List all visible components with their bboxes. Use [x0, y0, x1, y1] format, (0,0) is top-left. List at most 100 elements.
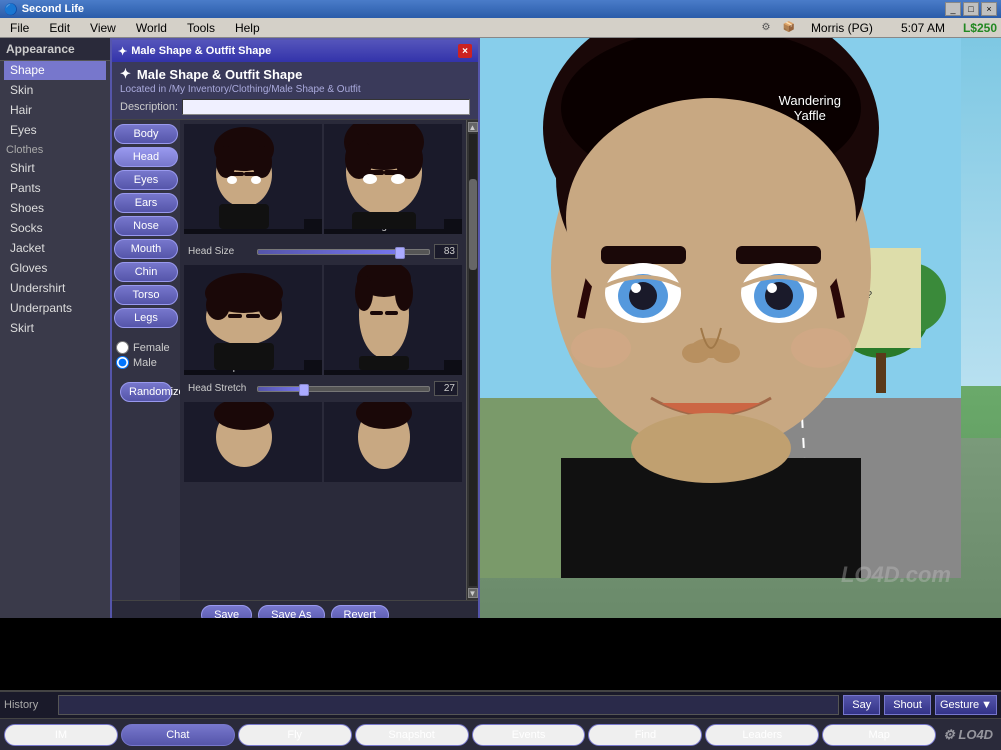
app-icon: 🔵 [4, 3, 18, 16]
preview-cell-3b: LO4D.com [324, 402, 462, 482]
sidebar-item-pants[interactable]: Pants [4, 178, 106, 198]
sidebar-item-skirt[interactable]: Skirt [4, 318, 106, 338]
leaders-button[interactable]: Leaders [705, 724, 819, 746]
save-button[interactable]: Save [201, 605, 252, 618]
bottom-bar: History Say Shout Gesture ▼ IM Chat Fly … [0, 690, 1001, 750]
sidebar-item-skin[interactable]: Skin [4, 80, 106, 100]
head-stretch-label: Head Stretch [188, 383, 253, 394]
shout-button[interactable]: Shout [884, 695, 931, 715]
dialog-location: Located in /My Inventory/Clothing/Male S… [120, 84, 470, 95]
scroll-up-arrow[interactable]: ▲ [468, 122, 478, 132]
history-label: History [4, 699, 54, 711]
close-button[interactable]: × [981, 2, 997, 16]
shape-dialog: ✦ Male Shape & Outfit Shape × ✦ Male Sha… [110, 38, 480, 618]
events-button[interactable]: Events [472, 724, 586, 746]
chat-input[interactable] [58, 695, 839, 715]
head-size-track[interactable] [257, 249, 430, 255]
title-bar-controls[interactable]: _ □ × [945, 2, 997, 16]
title-bar-left: 🔵 Second Life [4, 3, 84, 16]
clothes-section: Clothes [4, 140, 106, 158]
preview-small-head: LO4D.com S [184, 124, 322, 234]
map-button[interactable]: Map [822, 724, 936, 746]
snapshot-button[interactable]: Snapshot [355, 724, 469, 746]
scroll-down-arrow[interactable]: ▼ [468, 588, 478, 598]
sidebar-item-socks[interactable]: Socks [4, 218, 106, 238]
sidebar-item-shirt[interactable]: Shirt [4, 158, 106, 178]
dialog-close-button[interactable]: × [458, 44, 472, 58]
radio-female[interactable]: Female [116, 341, 176, 354]
sidebar-item-jacket[interactable]: Jacket [4, 238, 106, 258]
chat-button[interactable]: Chat [121, 724, 235, 746]
part-btn-legs[interactable]: Legs [114, 308, 178, 328]
dialog-title-bar: ✦ Male Shape & Outfit Shape × [112, 40, 478, 62]
part-btn-chin[interactable]: Chin [114, 262, 178, 282]
menu-view[interactable]: View [84, 19, 122, 37]
save-as-button[interactable]: Save As [258, 605, 324, 618]
dialog-title-icon: ✦ [118, 45, 127, 58]
gesture-dropdown[interactable]: Gesture ▼ [935, 695, 997, 715]
action-buttons-row: IM Chat Fly Snapshot Events Find Leaders… [0, 719, 1001, 750]
head-stretch-value: 27 [434, 381, 458, 396]
sidebar-item-eyes[interactable]: Eyes [4, 120, 106, 140]
part-btn-nose[interactable]: Nose [114, 216, 178, 236]
head-size-slider-section: Head Size 83 [180, 238, 466, 265]
sidebar-item-underpants[interactable]: Underpants [4, 298, 106, 318]
gender-radios: Female Male [114, 331, 178, 375]
time-display: 5:07 AM [901, 21, 945, 35]
head-size-value: 83 [434, 244, 458, 259]
preview-big-head: LO4D.com Big Head [324, 124, 462, 234]
agent-name-menubar: Morris (PG) [811, 21, 873, 35]
dialog-desc-input[interactable] [182, 99, 470, 115]
radio-male[interactable]: Male [116, 356, 176, 369]
sidebar-item-shoes[interactable]: Shoes [4, 198, 106, 218]
part-buttons: Body Head Eyes Ears Nose Mouth Chin Tors… [112, 120, 180, 600]
revert-button[interactable]: Revert [331, 605, 389, 618]
sidebar: Appearance Body Parts Shape Skin Hair Ey… [0, 38, 110, 618]
preview-row2: LO4D.com Squash Head [180, 265, 466, 375]
head-stretch-slider-section: Head Stretch 27 [180, 375, 466, 402]
dialog-header: ✦ Male Shape & Outfit Shape Located in /… [112, 62, 478, 120]
menu-help[interactable]: Help [229, 19, 266, 37]
sidebar-item-undershirt[interactable]: Undershirt [4, 278, 106, 298]
character-svg: AM I? [461, 38, 961, 578]
part-btn-head[interactable]: Head [114, 147, 178, 167]
say-button[interactable]: Say [843, 695, 880, 715]
radio-female-input[interactable] [116, 341, 129, 354]
menu-tools[interactable]: Tools [181, 19, 221, 37]
minimize-button[interactable]: _ [945, 2, 961, 16]
game-area: AM I? [0, 38, 1001, 618]
part-btn-body[interactable]: Body [114, 124, 178, 144]
app-title: Second Life [22, 3, 84, 15]
part-btn-eyes[interactable]: Eyes [114, 170, 178, 190]
npc-name: Wandering Yaffle [779, 78, 841, 123]
money-display: L$250 [963, 21, 997, 35]
fly-button[interactable]: Fly [238, 724, 352, 746]
sidebar-item-hair[interactable]: Hair [4, 100, 106, 120]
part-btn-mouth[interactable]: Mouth [114, 239, 178, 259]
menu-world[interactable]: World [130, 19, 173, 37]
maximize-button[interactable]: □ [963, 2, 979, 16]
sidebar-item-gloves[interactable]: Gloves [4, 258, 106, 278]
dialog-desc-label: Description: [120, 101, 178, 113]
sidebar-item-shape[interactable]: Shape [4, 60, 106, 80]
randomize-button[interactable]: Randomize [120, 382, 172, 402]
appearance-label: Appearance [0, 38, 110, 61]
scroll-thumb[interactable] [469, 179, 477, 269]
dialog-bottom-buttons: Save Save As Revert [112, 600, 478, 618]
head-size-label: Head Size [188, 246, 253, 257]
part-btn-torso[interactable]: Torso [114, 285, 178, 305]
dialog-scrollbar[interactable]: ▲ ▼ [466, 120, 478, 600]
preview-squash-head: LO4D.com Squash Head [184, 265, 322, 375]
chat-input-row: History Say Shout Gesture ▼ [0, 692, 1001, 719]
head-stretch-track[interactable] [257, 386, 430, 392]
preview-cell-3a: LO4D.com [184, 402, 322, 482]
menu-file[interactable]: File [4, 19, 35, 37]
radio-male-input[interactable] [116, 356, 129, 369]
scroll-track[interactable] [469, 134, 477, 586]
im-button[interactable]: IM [4, 724, 118, 746]
part-btn-ears[interactable]: Ears [114, 193, 178, 213]
dialog-body: Body Head Eyes Ears Nose Mouth Chin Tors… [112, 120, 478, 600]
find-button[interactable]: Find [588, 724, 702, 746]
menu-edit[interactable]: Edit [43, 19, 76, 37]
dialog-desc-row: Description: [120, 99, 470, 115]
